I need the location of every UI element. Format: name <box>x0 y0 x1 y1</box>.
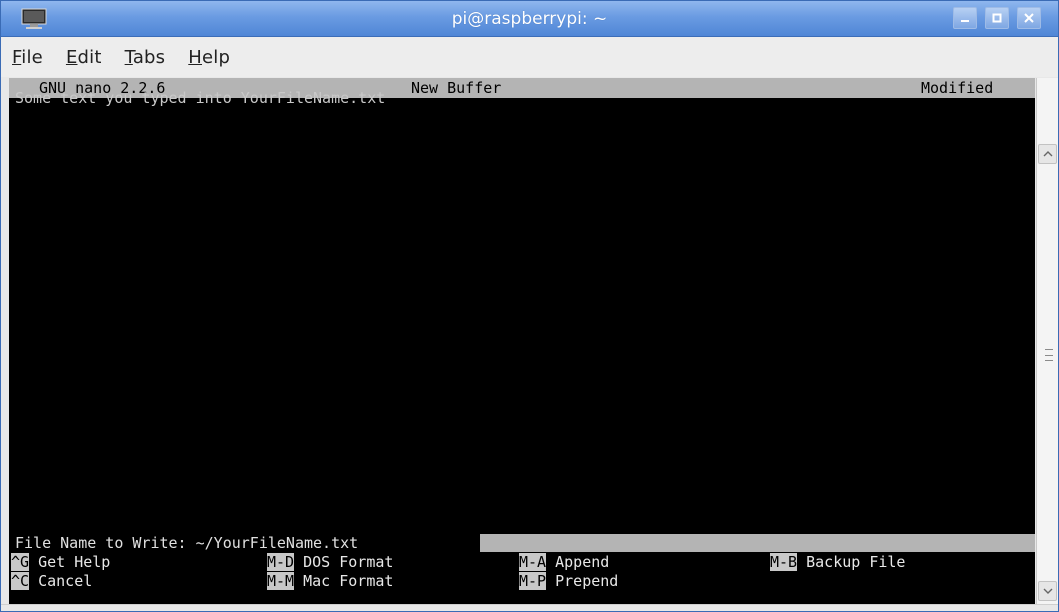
menu-tabs-mnemonic: T <box>124 46 133 68</box>
menu-help-mnemonic: H <box>188 46 203 68</box>
terminal-area[interactable]: GNU nano 2.2.6 New Buffer Modified Some … <box>9 78 1035 604</box>
shortcut-key: ^C <box>11 572 30 590</box>
nano-modified-status: Modified <box>921 79 994 97</box>
menu-help[interactable]: Help <box>185 43 233 72</box>
terminal-window: pi@raspberrypi: ~ File Edit Tabs Help GN… <box>0 0 1059 612</box>
editor-text-line[interactable]: Some text you typed into YourFileName.tx… <box>15 89 385 107</box>
shortcut-row-2: ^C Cancel M-M Mac Format M-P Prepend <box>9 572 1035 591</box>
shortcut-label: Mac Format <box>294 572 394 590</box>
menu-file[interactable]: File <box>9 43 46 72</box>
close-button[interactable] <box>1017 7 1041 29</box>
menu-edit[interactable]: Edit <box>63 43 105 72</box>
title-bar[interactable]: pi@raspberrypi: ~ <box>1 1 1058 37</box>
nano-buffer-name: New Buffer <box>411 79 502 97</box>
menu-tabs-label: abs <box>132 46 166 68</box>
filename-input-cursor-bar[interactable] <box>480 534 1035 552</box>
shortcut-key: M-P <box>519 572 547 590</box>
shortcut-key: M-M <box>267 572 295 590</box>
chevron-down-icon <box>1043 588 1052 594</box>
window-title: pi@raspberrypi: ~ <box>451 9 608 29</box>
shortcut-get-help: ^G Get Help <box>11 553 110 572</box>
scroll-up-button[interactable] <box>1038 144 1057 164</box>
shortcut-append: M-A Append <box>519 553 609 572</box>
shortcut-label: Append <box>546 553 610 571</box>
menu-tabs[interactable]: Tabs <box>122 43 169 72</box>
shortcut-prepend: M-P Prepend <box>519 572 618 591</box>
shortcut-label: Get Help <box>29 553 111 571</box>
shortcut-dos-format: M-D DOS Format <box>267 553 393 572</box>
menu-edit-mnemonic: E <box>65 46 78 68</box>
chevron-up-icon <box>1043 151 1052 157</box>
maximize-button[interactable] <box>985 7 1009 29</box>
menu-bar: File Edit Tabs Help <box>1 37 1058 77</box>
shortcut-label: Backup File <box>797 553 906 571</box>
shortcut-label: DOS Format <box>294 553 394 571</box>
maximize-icon <box>992 13 1002 23</box>
scrollbar-grip[interactable] <box>1045 349 1053 361</box>
minimize-icon <box>961 20 969 22</box>
vertical-scrollbar[interactable] <box>1036 78 1058 604</box>
shortcut-key: ^G <box>11 553 30 571</box>
window-bottom-edge <box>1 604 1058 611</box>
shortcut-cancel: ^C Cancel <box>11 572 92 591</box>
filename-prompt[interactable]: File Name to Write: ~/YourFileName.txt <box>15 533 360 553</box>
menu-file-mnemonic: F <box>12 46 22 68</box>
shortcut-label: Prepend <box>546 572 619 590</box>
scroll-down-button[interactable] <box>1038 581 1057 601</box>
minimize-button[interactable] <box>953 7 977 29</box>
shortcut-backup-file: M-B Backup File <box>770 553 905 572</box>
menu-help-label: elp <box>202 46 231 68</box>
shortcut-row-1: ^G Get Help M-D DOS Format M-A Append M-… <box>9 553 1035 572</box>
menu-edit-label: dit <box>77 46 102 68</box>
shortcut-key: M-A <box>519 553 547 571</box>
menu-file-label: ile <box>21 46 43 68</box>
shortcut-mac-format: M-M Mac Format <box>267 572 393 591</box>
filename-prompt-row[interactable]: File Name to Write: ~/YourFileName.txt <box>9 533 1035 553</box>
close-icon <box>1024 13 1034 23</box>
shortcut-key: M-B <box>770 553 798 571</box>
shortcut-key: M-D <box>267 553 295 571</box>
shortcut-label: Cancel <box>29 572 93 590</box>
